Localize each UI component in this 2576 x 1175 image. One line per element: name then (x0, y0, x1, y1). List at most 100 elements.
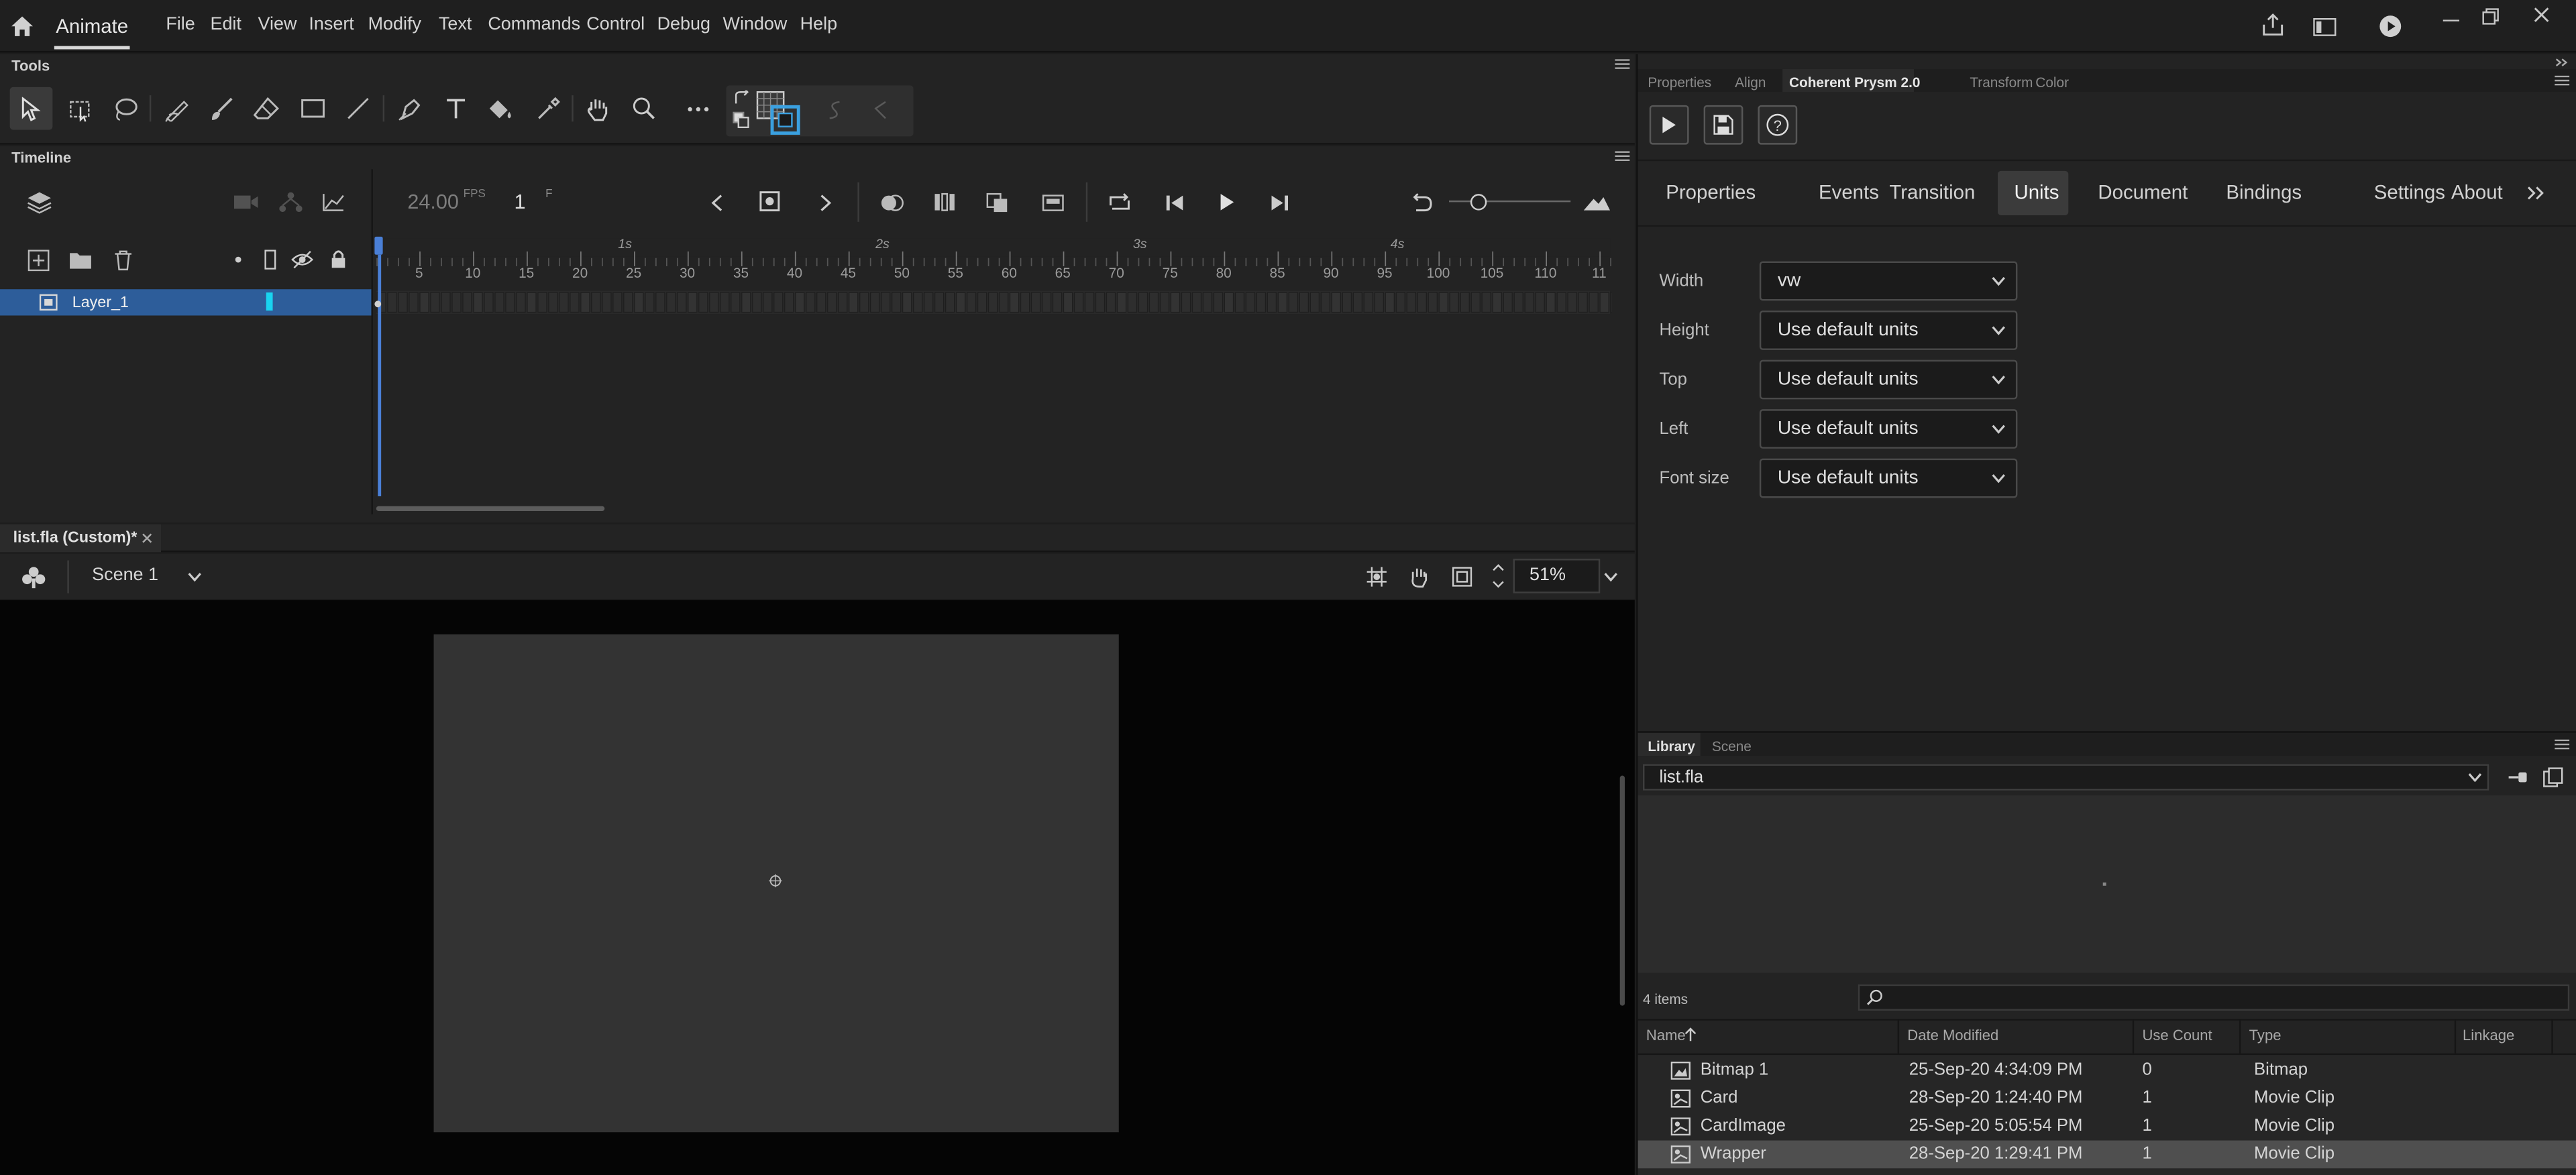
lasso-tool-icon[interactable] (109, 94, 142, 123)
panel-menu-icon[interactable] (1611, 148, 1631, 165)
menu-view[interactable]: View (258, 15, 297, 34)
menu-debug[interactable]: Debug (657, 15, 710, 34)
menu-modify[interactable]: Modify (368, 15, 421, 34)
default-colors-icon[interactable] (731, 110, 751, 129)
close-window-icon[interactable] (2530, 3, 2553, 26)
brush-tool-icon[interactable] (205, 94, 238, 123)
sort-ascending-icon[interactable] (1682, 1025, 1699, 1044)
library-row[interactable] (1638, 1140, 2576, 1169)
pencil-tool-icon[interactable] (161, 94, 194, 123)
prysm-tab-settings[interactable]: Settings (2374, 181, 2445, 204)
create-tween-icon[interactable] (1038, 189, 1068, 215)
zoom-dropdown-icon[interactable] (1600, 567, 1619, 586)
current-frame[interactable]: 1 (515, 190, 526, 213)
rectangle-tool-icon[interactable] (296, 94, 329, 123)
step-forward-icon[interactable] (1265, 189, 1295, 215)
menu-edit[interactable]: Edit (210, 15, 241, 34)
edit-symbols-icon[interactable] (18, 562, 48, 592)
free-transform-tool-icon[interactable] (62, 94, 95, 123)
eyedropper-tool-icon[interactable] (531, 94, 564, 123)
share-icon[interactable] (2257, 10, 2287, 40)
prysm-tab-events[interactable]: Events (1819, 181, 1879, 204)
zoom-down-icon[interactable] (1489, 575, 1508, 592)
font-size-units-select[interactable]: Use default units (1759, 458, 2018, 498)
menu-window[interactable]: Window (723, 15, 788, 34)
scene-tab[interactable]: Scene (1712, 738, 1752, 754)
undo-frame-icon[interactable] (1406, 189, 1436, 215)
highlight-layer-icon[interactable] (228, 248, 248, 271)
pin-icon[interactable] (2506, 766, 2532, 789)
lock-icon[interactable] (325, 248, 352, 271)
more-tools-icon[interactable] (682, 94, 714, 123)
menu-control[interactable]: Control (586, 15, 645, 34)
layer-color-swatch[interactable] (266, 292, 273, 311)
prysm-tab-transition[interactable]: Transition (1889, 181, 1975, 204)
test-movie-icon[interactable] (2375, 11, 2405, 41)
previous-keyframe-icon[interactable] (705, 189, 728, 215)
panel-menu-icon[interactable] (1611, 56, 1631, 72)
visibility-icon[interactable] (289, 248, 315, 271)
close-tab-icon[interactable] (140, 530, 154, 545)
column-use-count[interactable]: Use Count (2142, 1027, 2212, 1044)
fill-stroke-color-icon[interactable] (756, 91, 802, 137)
outline-layer-icon[interactable] (258, 248, 280, 271)
left-units-select[interactable]: Use default units (1759, 409, 2018, 449)
pen-tool-icon[interactable] (392, 94, 425, 123)
delete-layer-icon[interactable] (110, 248, 136, 271)
text-tool-icon[interactable] (439, 94, 472, 123)
scene-name[interactable]: Scene 1 (92, 565, 158, 585)
selection-tool-icon[interactable] (16, 94, 46, 123)
prysm-tab-properties[interactable]: Properties (1666, 181, 1756, 204)
center-frame-icon[interactable] (983, 189, 1012, 215)
next-keyframe-icon[interactable] (813, 189, 836, 215)
play-icon[interactable] (1212, 189, 1242, 215)
new-library-panel-icon[interactable] (2540, 766, 2566, 789)
panel-tab-transform[interactable]: Transform (1970, 74, 2033, 91)
clip-canvas-icon[interactable] (1449, 563, 1475, 590)
insert-keyframe-icon[interactable] (757, 189, 784, 215)
workspace-icon[interactable] (2310, 11, 2339, 41)
zoom-up-icon[interactable] (1489, 559, 1508, 575)
menu-file[interactable]: File (166, 15, 195, 34)
menu-help[interactable]: Help (800, 15, 837, 34)
restore-icon[interactable] (2479, 5, 2502, 27)
layer-name[interactable]: Layer_1 (72, 294, 129, 313)
onion-skin-icon[interactable] (877, 189, 907, 215)
width-units-select[interactable]: vw (1759, 261, 2018, 301)
swap-colors-icon[interactable] (731, 89, 751, 105)
menu-insert[interactable]: Insert (309, 15, 354, 34)
height-units-select[interactable]: Use default units (1759, 311, 2018, 350)
scene-dropdown-icon[interactable] (184, 567, 203, 586)
minimize-icon[interactable] (2440, 10, 2463, 33)
column-date-modified[interactable]: Date Modified (1907, 1027, 1998, 1044)
loop-icon[interactable] (1104, 189, 1134, 215)
prysm-tab-about[interactable]: About (2451, 181, 2503, 204)
panel-tab-align[interactable]: Align (1735, 74, 1766, 91)
library-row[interactable] (1638, 1084, 2576, 1113)
stage-scrollbar[interactable] (1619, 775, 1625, 1006)
library-file-select[interactable] (1643, 764, 2489, 791)
new-layer-icon[interactable] (25, 248, 51, 271)
frame-zoom-slider[interactable] (1449, 200, 1571, 203)
fps-value[interactable]: 24.00 (407, 190, 459, 213)
more-tabs-icon[interactable] (2524, 181, 2546, 204)
panel-tab-color[interactable]: Color (2035, 74, 2069, 91)
zoom-tool-icon[interactable] (628, 94, 661, 123)
keyframe-dot[interactable] (374, 300, 382, 308)
column-type[interactable]: Type (2249, 1027, 2282, 1044)
menu-text[interactable]: Text (439, 15, 472, 34)
column-linkage[interactable]: Linkage (2463, 1027, 2514, 1044)
home-icon[interactable] (7, 11, 36, 41)
new-folder-icon[interactable] (67, 248, 93, 271)
panel-tab-coherent-prysm-2-0[interactable]: Coherent Prysm 2.0 (1789, 74, 1921, 91)
library-search-input[interactable] (1858, 984, 2570, 1011)
prysm-tab-document[interactable]: Document (2098, 181, 2188, 204)
rotate-stage-icon[interactable] (1405, 563, 1434, 590)
step-back-icon[interactable] (1160, 189, 1189, 215)
mountain-icon[interactable] (1580, 189, 1613, 215)
column-name[interactable]: Name (1646, 1027, 1686, 1044)
panel-tab-properties[interactable]: Properties (1648, 74, 1711, 91)
edit-multiple-frames-icon[interactable] (930, 189, 959, 215)
library-tab[interactable]: Library (1648, 738, 1695, 754)
prysm-tab-bindings[interactable]: Bindings (2226, 181, 2302, 204)
